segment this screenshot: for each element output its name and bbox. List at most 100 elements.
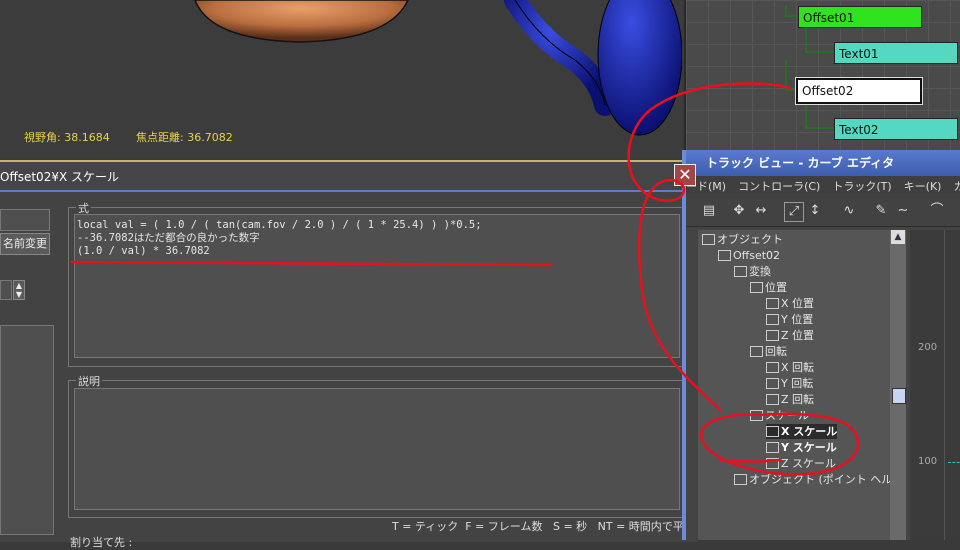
assign-to-label: 割り当て先 : xyxy=(70,536,133,549)
tree-item[interactable]: 位置 xyxy=(750,280,787,295)
tree-item-label: 回転 xyxy=(765,345,787,358)
tree-item-label: Y スケール xyxy=(781,441,837,454)
expression-line: local val = ( 1.0 / ( tan(cam.fov / 2.0 … xyxy=(77,219,482,231)
tree-item-label: Z 回転 xyxy=(781,393,815,406)
tree-item-label: スケール xyxy=(765,409,809,422)
expression-line: --36.7082はただ都合の良かった数字 xyxy=(77,232,260,244)
tree-item[interactable]: X 回転 xyxy=(766,360,814,375)
tree-item-label: X スケール xyxy=(781,425,838,438)
tree-item-label: Offset02 xyxy=(733,249,781,262)
tree-item-label: Z 位置 xyxy=(781,329,815,342)
tree-item-label: オブジェクト xyxy=(717,233,783,246)
tree-item-label: X 位置 xyxy=(781,297,815,310)
expression-editor[interactable]: local val = ( 1.0 / ( tan(cam.fov / 2.0 … xyxy=(74,214,680,358)
dialog-titlebar[interactable]: Offset02¥X スケール xyxy=(0,162,698,192)
schematic-view[interactable]: Offset01 Text01 Offset02 Text02 xyxy=(684,0,960,150)
tree-item-label: オブジェクト (ポイント ヘルパー) xyxy=(749,473,890,486)
tree-item[interactable]: オブジェクト xyxy=(702,232,783,247)
axis-tick: 100 xyxy=(918,456,938,467)
track-icon xyxy=(718,250,731,261)
node-offset01[interactable]: Offset01 xyxy=(798,6,922,28)
perspective-viewport[interactable]: 視野角: 38.1684 焦点距離: 36.7082 xyxy=(0,0,682,158)
tree-item[interactable]: X スケール xyxy=(766,424,838,439)
add-keys-icon[interactable]: ∿ xyxy=(840,202,858,220)
tree-item[interactable]: X 位置 xyxy=(766,296,814,311)
menu-tracks[interactable]: トラック(T) xyxy=(832,180,891,193)
description-editor[interactable] xyxy=(74,388,680,510)
track-icon xyxy=(766,330,779,341)
reduce-keys-icon[interactable]: ∼ xyxy=(894,202,912,220)
scale-keys-icon[interactable]: ⤢ xyxy=(784,202,804,222)
track-icon xyxy=(766,442,779,453)
time-hint: T = ティック F = フレーム数 S = 秒 NT = 時間内で平均化 xyxy=(392,520,706,533)
value-spinner-field[interactable] xyxy=(0,280,12,300)
name-field[interactable] xyxy=(0,209,50,231)
track-view-curve-editor: トラック ビュー - カーブ エディタ ード(M) コントローラ(C) トラック(T… xyxy=(682,150,960,540)
track-icon xyxy=(766,362,779,373)
graph-divider xyxy=(944,230,945,540)
tree-item[interactable]: Offset02 xyxy=(718,248,780,263)
menu-controller[interactable]: コントローラ(C) xyxy=(738,180,820,193)
close-button[interactable]: ✕ xyxy=(674,164,696,186)
expression-line: (1.0 / val) * 36.7082 xyxy=(77,245,210,257)
tree-item[interactable]: 回転 xyxy=(750,344,787,359)
track-icon xyxy=(766,314,779,325)
menu-curves[interactable]: カー xyxy=(953,180,960,193)
tree-item-label: Z スケール xyxy=(781,457,837,470)
tree-item[interactable]: Z 回転 xyxy=(766,392,814,407)
track-icon xyxy=(734,474,747,485)
node-offset02[interactable]: Offset02 xyxy=(795,77,923,105)
curve-line[interactable] xyxy=(948,462,960,463)
spinner-arrows[interactable]: ▲ ▼ xyxy=(13,280,25,300)
tree-item-label: 位置 xyxy=(765,281,787,294)
tree-item[interactable]: オブジェクト (ポイント ヘルパー) xyxy=(734,472,890,487)
tree-item-label: X 回転 xyxy=(781,361,815,374)
tree-item-label: 変換 xyxy=(749,265,771,278)
tree-item-label: Y 位置 xyxy=(781,313,814,326)
tree-item[interactable]: Y 回転 xyxy=(766,376,813,391)
track-icon xyxy=(702,234,715,245)
variable-list[interactable] xyxy=(0,325,54,535)
menu-keys[interactable]: キー(K) xyxy=(904,180,942,193)
track-icon xyxy=(766,394,779,405)
scroll-thumb[interactable] xyxy=(892,388,906,404)
node-text01[interactable]: Text01 xyxy=(834,42,958,64)
track-icon xyxy=(766,426,779,437)
track-icon xyxy=(734,266,747,277)
tree-item[interactable]: スケール xyxy=(750,408,809,423)
track-icon xyxy=(750,410,763,421)
dialog-title: Offset02¥X スケール xyxy=(0,170,119,184)
track-icon xyxy=(750,282,763,293)
scale-values-icon[interactable]: ↕ xyxy=(806,202,824,220)
move-keys-icon[interactable]: ✥ xyxy=(730,202,748,220)
track-icon xyxy=(750,346,763,357)
slide-keys-icon[interactable]: ↔ xyxy=(752,202,770,220)
scroll-up-arrow[interactable]: ▲ xyxy=(891,230,905,244)
tree-item[interactable]: Z 位置 xyxy=(766,328,814,343)
tree-item-label: Y 回転 xyxy=(781,377,814,390)
tree-item[interactable]: Y スケール xyxy=(766,440,837,455)
rename-button[interactable]: 名前変更 xyxy=(0,233,50,255)
filter-icon[interactable]: ▤ xyxy=(700,202,718,220)
node-text02[interactable]: Text02 xyxy=(834,118,958,140)
trackview-title: トラック ビュー - カーブ エディタ xyxy=(706,156,895,170)
draw-curves-icon[interactable]: ✎ xyxy=(872,202,890,220)
tangent-icon[interactable]: ⌒ xyxy=(928,202,946,220)
tree-item[interactable]: Z スケール xyxy=(766,456,836,471)
tree-item[interactable]: 変換 xyxy=(734,264,771,279)
axis-tick: 200 xyxy=(918,342,938,353)
track-icon xyxy=(766,378,779,389)
curve-graph[interactable]: 200 100 xyxy=(910,230,960,540)
tree-scrollbar[interactable]: ▲ xyxy=(890,230,906,540)
controller-tree[interactable]: オブジェクト Offset02 変換位置 X 位置 Y 位置 Z 位置回転 X 回転 Y 回転… xyxy=(698,230,890,540)
expression-controller-dialog: Offset02¥X スケール 名前変更 ▲ ▼ 式 local val = ( … xyxy=(0,160,706,549)
description-group-label: 説明 xyxy=(76,373,102,389)
track-icon xyxy=(766,298,779,309)
track-icon xyxy=(766,458,779,469)
trackview-titlebar[interactable]: トラック ビュー - カーブ エディタ xyxy=(686,150,960,176)
trackview-menubar: ード(M)コントローラ(C)トラック(T)キー(K)カー xyxy=(686,176,960,198)
focal-length-readout: 焦点距離: 36.7082 xyxy=(136,131,233,144)
trackview-toolbar: ▤ ✥ ↔ ⤢ ↕ ∿ ✎ ∼ ⌒ xyxy=(686,198,960,227)
tree-item[interactable]: Y 位置 xyxy=(766,312,813,327)
fov-readout: 視野角: 38.1684 xyxy=(24,131,110,144)
